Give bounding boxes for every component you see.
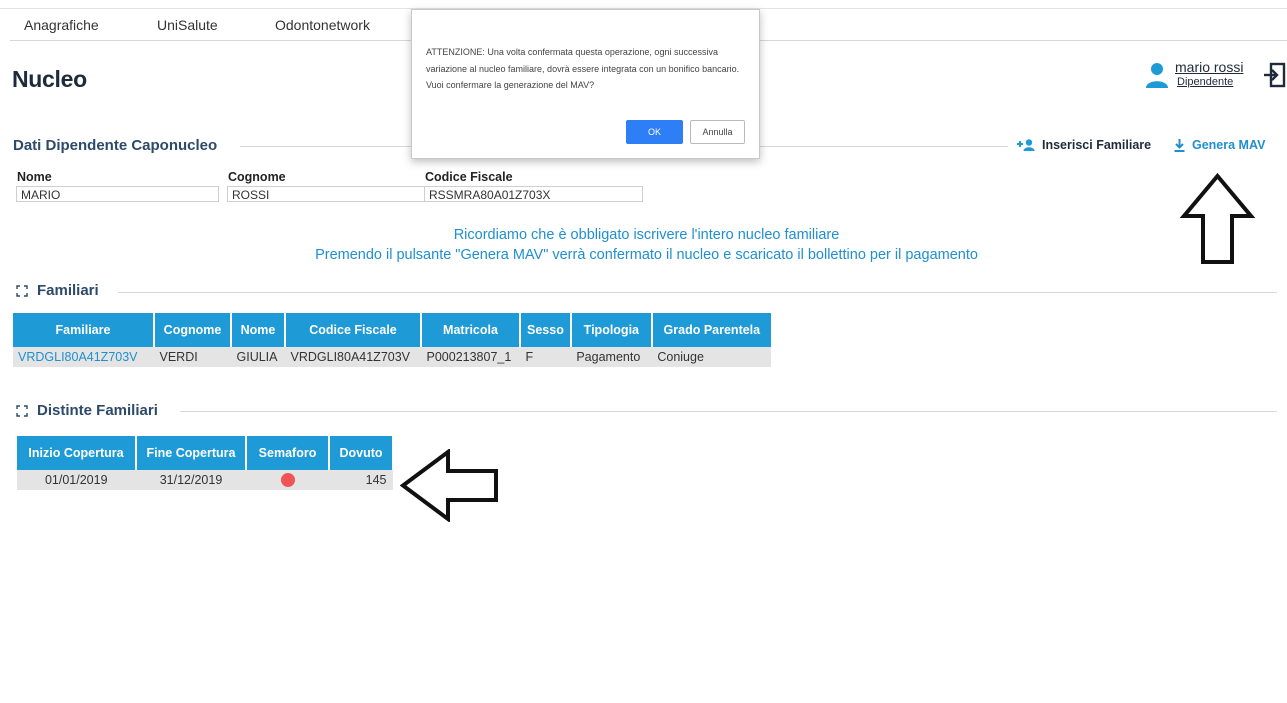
table-row: 01/01/2019 31/12/2019 145 [17, 470, 393, 490]
codice-fiscale-label: Codice Fiscale [425, 170, 513, 184]
cell-fine-copertura: 31/12/2019 [136, 470, 247, 490]
cancel-button[interactable]: Annulla [690, 120, 745, 144]
familiari-section-title: Familiari [37, 282, 99, 299]
cell-nome: GIULIA [231, 347, 286, 367]
codice-fiscale-field[interactable]: RSSMRA80A01Z703X [424, 186, 643, 202]
caponucleo-section-title: Dati Dipendente Caponucleo [13, 137, 218, 154]
col-grado-parentela[interactable]: Grado Parentela [651, 313, 771, 347]
col-familiare[interactable]: Familiare [13, 313, 155, 347]
cell-inizio-copertura: 01/01/2019 [17, 470, 137, 490]
col-inizio-copertura[interactable]: Inizio Copertura [17, 436, 137, 470]
nome-field[interactable]: MARIO [16, 186, 219, 202]
insert-familiare-button[interactable]: Inserisci Familiare [1016, 138, 1151, 152]
top-nav: Anagrafiche UniSalute Odontonetwork [24, 17, 370, 33]
ok-button[interactable]: OK [626, 120, 683, 144]
notice-line-1: Ricordiamo che è obbligato iscrivere l'i… [453, 227, 840, 243]
cell-semaforo [246, 470, 330, 490]
cell-dovuto: 145 [329, 470, 393, 490]
table-row: VRDGLI80A41Z703V VERDI GIULIA VRDGLI80A4… [13, 347, 772, 367]
cell-codice-fiscale: VRDGLI80A41Z703V [285, 347, 422, 367]
arrow-up-annotation [1180, 173, 1255, 264]
semaforo-status-dot [280, 473, 295, 488]
user-name-link[interactable]: mario rossi [1175, 59, 1243, 75]
col-codice-fiscale[interactable]: Codice Fiscale [285, 313, 422, 347]
insert-familiare-label: Inserisci Familiare [1042, 138, 1152, 152]
cell-matricola: P000213807_1 [421, 347, 521, 367]
familiare-link[interactable]: VRDGLI80A41Z703V [13, 347, 155, 367]
col-matricola[interactable]: Matricola [421, 313, 521, 347]
col-fine-copertura[interactable]: Fine Copertura [136, 436, 247, 470]
page-title: Nucleo [12, 66, 87, 92]
confirm-dialog: ATTENZIONE: Una volta confermata questa … [411, 9, 760, 159]
col-cognome[interactable]: Cognome [154, 313, 232, 347]
add-user-icon [1017, 139, 1035, 151]
distinte-table: Inizio Copertura Fine Copertura Semaforo… [17, 436, 393, 490]
nome-label: Nome [17, 170, 52, 184]
user-role-link[interactable]: Dipendente [1177, 76, 1233, 88]
download-icon [1174, 138, 1185, 152]
nav-item-anagrafiche[interactable]: Anagrafiche [24, 17, 157, 33]
dialog-message: ATTENZIONE: Una volta confermata questa … [426, 47, 740, 90]
cognome-label: Cognome [228, 170, 286, 184]
logout-icon[interactable] [1262, 61, 1286, 89]
table-header-row: Familiare Cognome Nome Codice Fiscale Ma… [13, 313, 771, 347]
cognome-field[interactable]: ROSSI [227, 186, 430, 202]
genera-mav-button[interactable]: Genera MAV [1174, 138, 1265, 152]
cell-grado-parentela: Coniuge [651, 347, 772, 367]
familiari-table: Familiare Cognome Nome Codice Fiscale Ma… [13, 313, 772, 367]
expand-icon[interactable] [16, 405, 28, 417]
cell-tipologia: Pagamento [570, 347, 653, 367]
distinte-section-divider [180, 411, 1277, 412]
cell-sesso: F [520, 347, 572, 367]
arrow-left-annotation [400, 449, 498, 522]
col-nome[interactable]: Nome [231, 313, 286, 347]
col-semaforo[interactable]: Semaforo [246, 436, 330, 470]
cell-cognome: VERDI [154, 347, 232, 367]
user-icon [1146, 63, 1168, 88]
nav-item-unisalute[interactable]: UniSalute [157, 17, 275, 33]
notice-line-2: Premendo il pulsante "Genera MAV" verrà … [315, 247, 978, 263]
table-header-row: Inizio Copertura Fine Copertura Semaforo… [17, 436, 392, 470]
familiari-section-divider [118, 292, 1277, 293]
nav-item-odontonetwork[interactable]: Odontonetwork [275, 17, 370, 33]
col-dovuto[interactable]: Dovuto [329, 436, 392, 470]
distinte-section-title: Distinte Familiari [37, 402, 158, 419]
col-tipologia[interactable]: Tipologia [570, 313, 653, 347]
expand-icon[interactable] [16, 285, 28, 297]
col-sesso[interactable]: Sesso [520, 313, 572, 347]
genera-mav-label: Genera MAV [1192, 138, 1266, 152]
